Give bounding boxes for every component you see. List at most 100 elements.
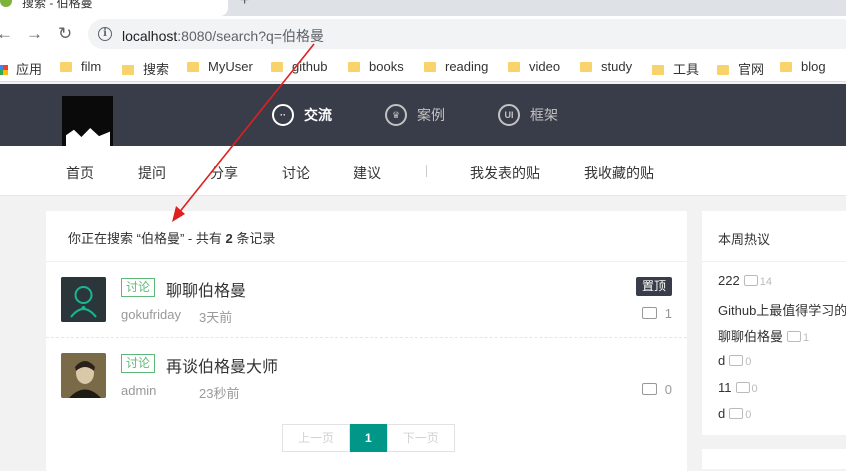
folder-icon [717,65,729,75]
avatar[interactable] [61,353,106,398]
reload-icon[interactable]: ↻ [58,24,72,44]
folder-icon [424,62,436,72]
secondary-side-panel [702,449,846,469]
hot-topic-item[interactable]: 22214 [718,270,772,288]
post-time: 3天前 [199,310,233,325]
site-logo[interactable] [62,96,113,146]
category-badge[interactable]: 讨论 [121,278,156,297]
bookmark-study[interactable]: study [580,59,632,74]
current-page[interactable]: 1 [350,424,387,452]
hot-topic-item[interactable]: 110 [718,377,758,395]
hot-topics-title: 本周热议 [718,232,771,247]
pagination: 上一页 1 下一页 [282,424,455,452]
folder-icon [122,65,134,75]
post-time: 23秒前 [199,386,240,401]
nav-frameworks[interactable]: UI 框架 [498,84,558,146]
post-author[interactable]: admin [121,383,156,398]
post-item: 讨论 聊聊伯格曼 gokufriday 3天前 置顶 1 [46,262,687,338]
comment-icon [641,302,657,319]
bookmark-blog[interactable]: blog [780,59,826,74]
comment-icon [743,270,758,286]
hot-topic-item[interactable]: d0 [718,403,751,421]
hot-topic-item[interactable]: Github上最值得学习的 [718,300,846,319]
bookmark-apps[interactable]: 应用 [0,59,42,78]
divider [702,261,846,262]
nav-exchange[interactable]: ·· 交流 [272,84,332,146]
apps-grid-icon [0,65,8,75]
comment-icon [787,326,802,342]
subnav-share[interactable]: 分享 [210,163,238,183]
hot-topic-item[interactable]: 聊聊伯格曼1 [718,326,809,345]
post-title[interactable]: 聊聊伯格曼 [166,277,246,301]
post-title[interactable]: 再谈伯格曼大师 [166,353,278,377]
comment-icon [735,377,750,393]
hot-topic-item[interactable]: d0 [718,350,751,368]
comment-icon [729,350,744,366]
hot-topics-panel: 本周热议 22214 Github上最值得学习的 聊聊伯格曼1 d0 110 d… [702,211,846,435]
bookmarks-bar: 应用 film 搜索 MyUser github books reading v… [0,52,846,82]
bookmark-film[interactable]: film [60,59,101,74]
avatar-robot-icon [61,277,106,322]
folder-icon [780,62,792,72]
subnav-my-posts[interactable]: 我发表的贴 [470,163,540,183]
bookmark-github[interactable]: github [271,59,327,74]
pinned-badge: 置顶 [635,277,672,296]
back-arrow-icon[interactable]: ← [0,24,13,44]
sub-navigation: 首页 提问 分享 讨论 建议 我发表的贴 我收藏的贴 [0,146,846,196]
prev-page-button[interactable]: 上一页 [282,424,351,452]
info-icon[interactable]: i [98,27,112,41]
browser-toolbar: ← → ↻ i localhost:8080/search?q=伯格曼 [0,16,846,52]
ui-icon: UI [498,104,520,126]
result-count: 2 [225,231,233,246]
browser-tabstrip: 搜索 - 伯格曼 + [0,0,846,16]
comment-icon [729,403,744,419]
chat-icon: ·· [272,104,294,126]
comment-count: 1 [641,302,672,321]
url-path: :8080/search?q=伯格曼 [177,28,324,44]
subnav-questions[interactable]: 提问 [138,163,166,183]
new-tab-button[interactable]: + [240,0,249,10]
url-host: localhost [122,28,178,44]
nav-label: 交流 [304,107,332,123]
nav-label: 框架 [530,107,558,123]
folder-icon [508,62,520,72]
subnav-my-favorites[interactable]: 我收藏的贴 [584,163,654,183]
bookmark-official[interactable]: 官网 [717,59,764,78]
post-item: 讨论 再谈伯格曼大师 admin 23秒前 0 [46,338,687,414]
subnav-home[interactable]: 首页 [66,163,94,183]
folder-icon [348,62,360,72]
folder-icon [652,65,664,75]
site-header: ·· 交流 ♛ 案例 UI 框架 [0,84,846,146]
address-bar[interactable]: i localhost:8080/search?q=伯格曼 [88,19,846,49]
subnav-suggestion[interactable]: 建议 [353,163,381,183]
browser-tab[interactable]: 搜索 - 伯格曼 [0,0,228,16]
post-author[interactable]: gokufriday [121,307,181,322]
comment-icon [641,378,657,395]
comment-count: 0 [641,378,672,397]
subnav-discussion[interactable]: 讨论 [282,163,310,183]
bookmark-myuser[interactable]: MyUser [187,59,253,74]
url-text[interactable]: localhost:8080/search?q=伯格曼 [122,26,324,46]
forward-arrow-icon[interactable]: → [26,24,43,44]
avatar[interactable] [61,277,106,322]
bookmark-search[interactable]: 搜索 [122,59,169,78]
avatar-photo-icon [61,353,106,398]
bookmark-reading[interactable]: reading [424,59,488,74]
bookmark-video[interactable]: video [508,59,560,74]
tab-title: 搜索 - 伯格曼 [22,0,93,10]
folder-icon [580,62,592,72]
crown-icon: ♛ [385,104,407,126]
subnav-divider [426,165,427,177]
next-page-button[interactable]: 下一页 [386,424,455,452]
folder-icon [187,62,199,72]
nav-label: 案例 [417,107,445,123]
search-summary: 你正在搜索 “伯格曼” - 共有 2 条记录 [68,231,276,246]
favicon-icon [0,0,12,7]
bookmark-tools[interactable]: 工具 [652,59,699,78]
folder-icon [271,62,283,72]
bookmark-books[interactable]: books [348,59,404,74]
search-query: 伯格曼 [140,231,180,246]
folder-icon [60,62,72,72]
category-badge[interactable]: 讨论 [121,354,156,373]
nav-cases[interactable]: ♛ 案例 [385,84,445,146]
